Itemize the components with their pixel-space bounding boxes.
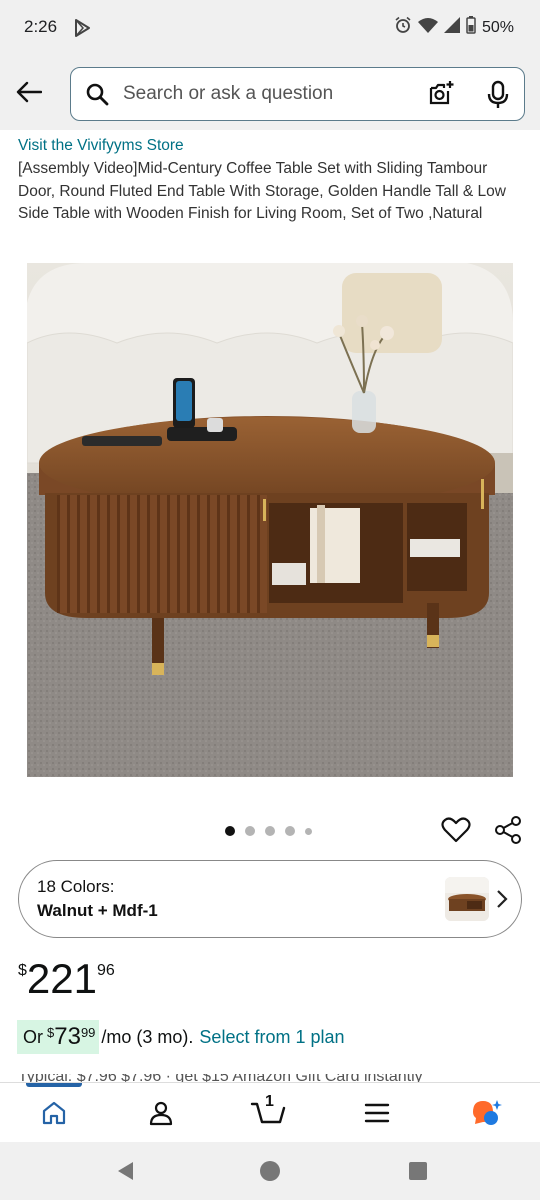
triangle-back-icon (118, 1162, 133, 1180)
monthly-fraction: 99 (80, 1025, 96, 1040)
carousel-dot[interactable] (265, 826, 275, 836)
system-recents-button[interactable] (405, 1158, 431, 1184)
store-link[interactable]: Visit the Vivifyyms Store (18, 137, 184, 155)
variant-count-label: 18 Colors: (37, 877, 115, 896)
home-icon (42, 1101, 66, 1125)
system-home-button[interactable] (257, 1158, 283, 1184)
bottom-navigation: 1 (0, 1082, 540, 1142)
nav-cart[interactable]: 1 (248, 1093, 288, 1131)
carousel-dot[interactable] (245, 826, 255, 836)
square-recents-icon (409, 1162, 427, 1180)
image-carousel-dots[interactable] (225, 826, 312, 836)
system-back-button[interactable] (112, 1158, 138, 1184)
search-placeholder: Search or ask a question (123, 83, 334, 104)
rufus-ai-icon (473, 1100, 502, 1125)
circle-home-icon (260, 1161, 280, 1181)
variant-thumbnail (445, 877, 489, 921)
product-photo (27, 263, 513, 777)
price-currency: $ (18, 962, 27, 979)
product-title: [Assembly Video]Mid-Century Coffee Table… (18, 160, 506, 222)
chevron-right-icon (495, 889, 509, 914)
system-navigation-bar (0, 1142, 540, 1200)
monthly-payment-row: Or $ 73 99 /mo (3 mo). Select from 1 pla… (17, 1019, 345, 1055)
battery-icon (466, 16, 476, 39)
microphone-icon[interactable] (485, 80, 511, 115)
account-icon (149, 1101, 173, 1126)
product-image[interactable] (27, 263, 513, 777)
nav-home[interactable] (34, 1095, 74, 1131)
cart-count: 1 (265, 1093, 274, 1110)
back-button[interactable] (12, 74, 46, 110)
price-whole: 221 (26, 955, 97, 1002)
price-fraction: 96 (96, 962, 115, 979)
search-header: Search or ask a question (0, 56, 540, 130)
nav-account[interactable] (141, 1095, 181, 1131)
status-bar: 2:26 50% (0, 0, 540, 56)
variant-selected-value: Walnut + Mdf-1 (37, 901, 158, 920)
alarm-icon (394, 16, 412, 39)
select-plan-link[interactable]: Select from 1 plan (199, 1027, 344, 1048)
monthly-prefix: Or (23, 1026, 43, 1047)
nav-menu[interactable] (357, 1095, 397, 1131)
color-variant-selector[interactable]: 18 Colors: Walnut + Mdf-1 (18, 860, 522, 938)
monthly-term: /mo (3 mo). (101, 1026, 194, 1047)
active-tab-indicator (26, 1083, 82, 1087)
search-input[interactable]: Search or ask a question (70, 67, 525, 121)
product-price: $ 221 96 (18, 956, 115, 1006)
monthly-whole: 73 (54, 1023, 81, 1050)
menu-icon (364, 1103, 390, 1123)
monthly-price-badge: Or $ 73 99 (17, 1020, 100, 1054)
wishlist-heart-icon[interactable] (441, 815, 471, 850)
wifi-icon (417, 17, 438, 38)
status-time: 2:26 (24, 17, 58, 36)
play-store-icon (72, 18, 92, 38)
carousel-dot[interactable] (305, 827, 312, 835)
carousel-dot[interactable] (285, 826, 295, 836)
carousel-dot-active[interactable] (225, 826, 235, 836)
status-icons: 50% (394, 16, 514, 39)
share-icon[interactable] (493, 815, 523, 850)
camera-search-icon[interactable] (427, 79, 457, 114)
monthly-currency: $ (47, 1025, 55, 1040)
search-icon (85, 82, 109, 111)
back-arrow-icon (16, 81, 42, 103)
signal-icon (443, 17, 460, 38)
battery-percent: 50% (481, 18, 514, 36)
nav-rufus[interactable] (466, 1095, 506, 1131)
